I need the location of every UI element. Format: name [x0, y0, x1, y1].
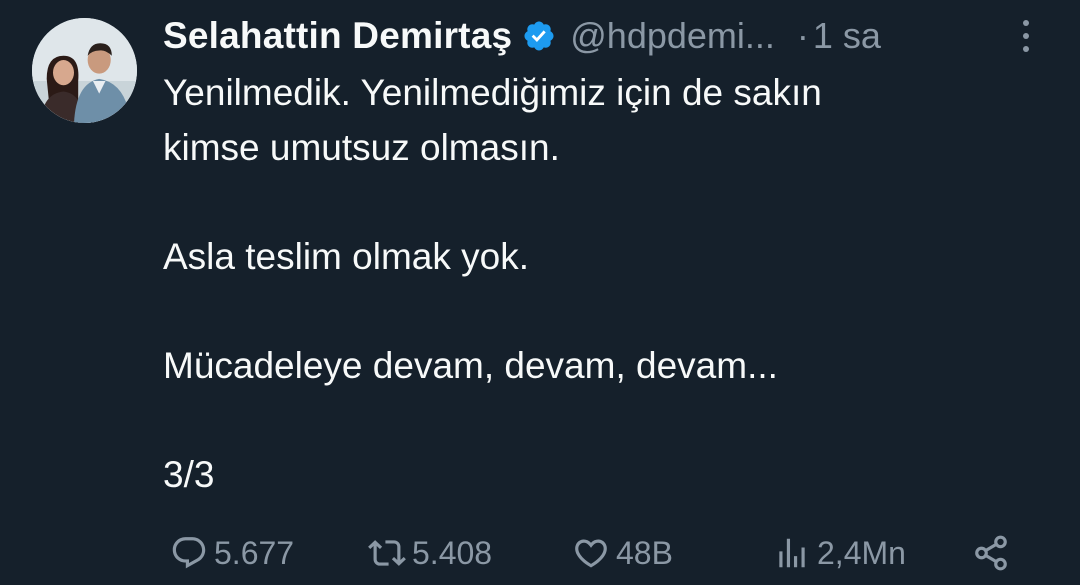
- tweet-line: 3/3: [163, 453, 215, 495]
- verified-badge-icon: [524, 21, 554, 51]
- retweet-count: 5.408: [412, 534, 493, 571]
- views-button[interactable]: 2,4Mn: [773, 523, 906, 583]
- like-button[interactable]: 48B: [572, 523, 673, 583]
- avatar-photo: [32, 18, 137, 123]
- reply-button[interactable]: 5.677: [170, 523, 294, 583]
- tweet-line: Asla teslim olmak yok.: [163, 235, 529, 277]
- more-dot: [1023, 20, 1029, 26]
- more-dot: [1023, 46, 1029, 52]
- heart-icon: [575, 539, 607, 568]
- header-separator: ·: [796, 15, 809, 56]
- tweet-timestamp[interactable]: 1 sa: [813, 15, 881, 57]
- avatar[interactable]: [32, 18, 137, 123]
- tweet-actions: 5.677 5.408 48B 2,4Mn: [0, 523, 1080, 583]
- retweet-icon: [368, 540, 406, 566]
- reply-icon: [172, 537, 206, 569]
- share-button[interactable]: [972, 523, 1016, 583]
- reply-count: 5.677: [214, 534, 295, 571]
- author-display-name[interactable]: Selahattin Demirtaş: [163, 15, 512, 57]
- tweet-line: Yenilmedik. Yenilmediğimiz için de sakın: [163, 72, 822, 113]
- tweet-line: kimse umutsuz olmasın.: [163, 126, 560, 168]
- tweet: Selahattin Demirtaş @hdpdemi... · 1 sa Y…: [0, 0, 1080, 585]
- view-count: 2,4Mn: [817, 534, 906, 571]
- tweet-line: Mücadeleye devam, devam, devam...: [163, 344, 778, 386]
- author-handle[interactable]: @hdpdemi...: [570, 15, 775, 57]
- analytics-icon: [779, 538, 805, 568]
- retweet-button[interactable]: 5.408: [368, 523, 492, 583]
- more-vertical-icon[interactable]: [1012, 16, 1040, 56]
- tweet-header: Selahattin Demirtaş @hdpdemi... · 1 sa: [163, 12, 881, 60]
- tweet-text: Yenilmedik. Yenilmediğimiz için de sakın…: [163, 66, 1043, 502]
- share-icon: [975, 535, 1007, 571]
- like-count: 48B: [616, 534, 673, 571]
- more-dot: [1023, 33, 1029, 39]
